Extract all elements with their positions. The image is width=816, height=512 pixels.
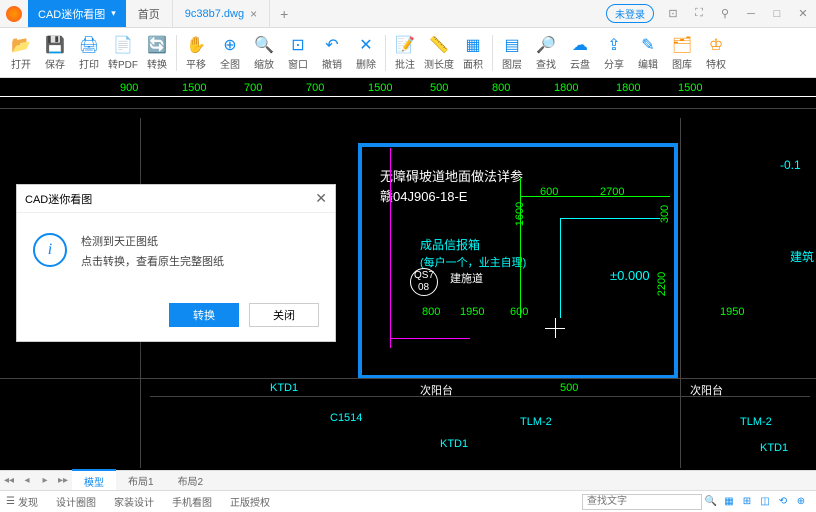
tab-nav-last[interactable]: ▸▸ xyxy=(54,475,72,486)
tool-平移[interactable]: ✋平移 xyxy=(179,30,213,76)
tool-打印[interactable]: 🖨打印 xyxy=(72,30,106,76)
annotation-title: 无障碍坡道地面做法详参 xyxy=(380,166,523,185)
tab-home[interactable]: 首页 xyxy=(126,0,173,27)
qs-num: 08 xyxy=(418,282,429,293)
dialog-titlebar[interactable]: CAD迷你看图 ✕ xyxy=(17,185,335,213)
status-design-circle[interactable]: 设计圈图 xyxy=(56,494,96,509)
tool-查找[interactable]: 🔎查找 xyxy=(529,30,563,76)
tab-nav-first[interactable]: ◂◂ xyxy=(0,475,18,486)
toolbar: 📂打开💾保存🖨打印📄转PDF🔄转换✋平移⊕全图🔍缩放⊡窗口↶撤销✕删除📝批注📏测… xyxy=(0,28,816,78)
tool-测长度[interactable]: 📏测长度 xyxy=(422,30,456,76)
pin-icon[interactable]: ⚲ xyxy=(712,7,738,20)
box-label: 成品信报箱 xyxy=(420,236,480,253)
settings-icon[interactable]: ⊡ xyxy=(660,7,686,20)
search-icon[interactable]: 🔍 xyxy=(702,496,720,507)
jianzhu: 建筑 xyxy=(790,248,814,265)
close-icon[interactable]: × xyxy=(250,7,257,21)
tab-document[interactable]: 9c38b7.dwg × xyxy=(173,0,270,27)
search-input[interactable] xyxy=(582,494,702,510)
convert-dialog: CAD迷你看图 ✕ i 检测到天正图纸 点击转换，查看原生完整图纸 转换 关闭 xyxy=(16,184,336,342)
tool-撤销[interactable]: ↶撤销 xyxy=(315,30,349,76)
fullscreen-icon[interactable]: ⛶ xyxy=(686,7,712,20)
dialog-message-2: 点击转换，查看原生完整图纸 xyxy=(81,253,224,273)
statusbar: ☰ 发现 设计圈图 家装设计 手机看图 正版授权 🔍 ▦ ⊞ ◫ ⟲ ⊕ xyxy=(0,490,816,512)
tool-窗口[interactable]: ⊡窗口 xyxy=(281,30,315,76)
tool-删除[interactable]: ✕删除 xyxy=(349,30,383,76)
tool-面积[interactable]: ▦面积 xyxy=(456,30,490,76)
app-icon xyxy=(6,6,22,22)
login-button[interactable]: 未登录 xyxy=(606,4,654,23)
tool-图库[interactable]: 🗂图库 xyxy=(665,30,699,76)
status-icon-5[interactable]: ⊕ xyxy=(792,496,810,507)
tab-nav-next[interactable]: ▸ xyxy=(36,475,54,486)
model-tabbar: ◂◂ ◂ ▸ ▸▸ 模型 布局1 布局2 xyxy=(0,470,816,490)
chevron-down-icon: ▾ xyxy=(111,8,116,19)
dialog-message-1: 检测到天正图纸 xyxy=(81,233,224,253)
status-discover[interactable]: ☰ 发现 xyxy=(6,494,38,509)
tool-批注[interactable]: 📝批注 xyxy=(388,30,422,76)
tool-分享[interactable]: ⇪分享 xyxy=(597,30,631,76)
jianshidao: 建施道 xyxy=(450,270,483,286)
titlebar: CAD迷你看图▾ 首页 9c38b7.dwg × + 未登录 ⊡ ⛶ ⚲ ─ □… xyxy=(0,0,816,28)
status-home-design[interactable]: 家装设计 xyxy=(114,494,154,509)
tool-编辑[interactable]: ✎编辑 xyxy=(631,30,665,76)
status-icon-2[interactable]: ⊞ xyxy=(738,496,756,507)
window-close-icon[interactable]: ✕ xyxy=(790,7,816,20)
annotation-ref: 赣04J906-18-E xyxy=(380,186,467,205)
tab-nav-prev[interactable]: ◂ xyxy=(18,475,36,486)
convert-button[interactable]: 转换 xyxy=(169,303,239,327)
cursor-crosshair xyxy=(545,318,565,338)
tool-保存[interactable]: 💾保存 xyxy=(38,30,72,76)
tool-打开[interactable]: 📂打开 xyxy=(4,30,38,76)
status-mobile-view[interactable]: 手机看图 xyxy=(172,494,212,509)
maximize-icon[interactable]: □ xyxy=(764,8,790,20)
tab-add[interactable]: + xyxy=(270,6,298,22)
tool-转换[interactable]: 🔄转换 xyxy=(140,30,174,76)
tab-model[interactable]: 模型 xyxy=(72,469,116,492)
info-icon: i xyxy=(33,233,67,267)
dialog-cancel-button[interactable]: 关闭 xyxy=(249,303,319,327)
tool-转PDF[interactable]: 📄转PDF xyxy=(106,30,140,76)
status-icon-1[interactable]: ▦ xyxy=(720,496,738,507)
tab-layout2[interactable]: 布局2 xyxy=(166,470,216,491)
dialog-close-icon[interactable]: ✕ xyxy=(315,190,327,207)
minimize-icon[interactable]: ─ xyxy=(738,8,764,20)
tool-云盘[interactable]: ☁云盘 xyxy=(563,30,597,76)
tool-全图[interactable]: ⊕全图 xyxy=(213,30,247,76)
qs-label: QS7 xyxy=(414,270,434,281)
box-note: (每户一个，业主自理) xyxy=(420,254,526,270)
tool-缩放[interactable]: 🔍缩放 xyxy=(247,30,281,76)
tool-特权[interactable]: ♔特权 xyxy=(699,30,733,76)
status-license[interactable]: 正版授权 xyxy=(230,494,270,509)
status-icon-3[interactable]: ◫ xyxy=(756,496,774,507)
elevation-2: -0.1 xyxy=(780,158,801,172)
tool-图层[interactable]: ▤图层 xyxy=(495,30,529,76)
tab-layout1[interactable]: 布局1 xyxy=(116,470,166,491)
app-name-tab[interactable]: CAD迷你看图▾ xyxy=(28,0,126,27)
elevation: ±0.000 xyxy=(610,268,650,283)
status-icon-4[interactable]: ⟲ xyxy=(774,496,792,507)
